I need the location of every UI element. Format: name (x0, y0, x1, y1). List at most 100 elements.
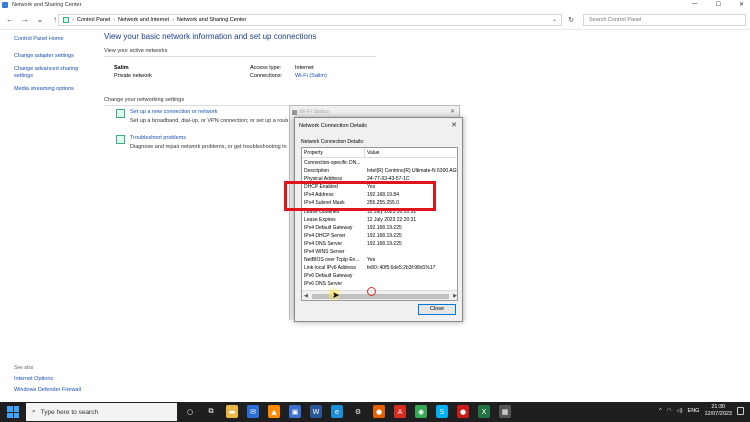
dialog-title: Network Connection Details (299, 123, 367, 129)
address-field[interactable]: › Control Panel › Network and Internet ›… (58, 14, 562, 26)
internet-options-link[interactable]: Internet Options (14, 376, 53, 382)
control-panel-home-link[interactable]: Control Panel Home (14, 36, 94, 43)
change-adapter-settings-link[interactable]: Change adapter settings (14, 53, 94, 60)
breadcrumb-control-panel[interactable]: Control Panel (77, 17, 110, 23)
window-title: Network and Sharing Center (12, 2, 82, 8)
detail-row[interactable]: IPv4 DHCP Server 192.168.19.225 (302, 232, 457, 240)
page-title: View your basic network information and … (104, 32, 317, 41)
address-dropdown-icon[interactable]: ⌄ (552, 14, 557, 26)
record-icon[interactable]: ● (457, 405, 469, 418)
cortana-icon[interactable]: ○ (184, 405, 196, 418)
nav-buttons: ← → ⌄ ↑ (6, 15, 59, 24)
breadcrumb-network-internet[interactable]: Network and Internet (118, 17, 169, 23)
breadcrumb-separator: › (72, 17, 74, 23)
active-networks-label: View your active networks (104, 48, 168, 54)
detail-row[interactable]: IPv4 WINS Server (302, 248, 457, 256)
recent-locations-icon[interactable]: ⌄ (36, 15, 44, 24)
mail-icon[interactable]: ✉ (247, 405, 259, 418)
search-input[interactable]: Search Control Panel (583, 14, 746, 26)
task-view-icon[interactable]: ⧉ (205, 405, 217, 418)
firefox-icon[interactable]: ● (373, 405, 385, 418)
notification-icon[interactable] (737, 407, 744, 415)
search-icon: ⌕ (32, 408, 36, 415)
network-type: Private network (114, 73, 152, 79)
close-button[interactable]: ✕ (739, 1, 744, 8)
acrobat-icon[interactable]: A (394, 405, 406, 418)
troubleshoot-desc: Diagnose and repair network problems, or… (130, 144, 287, 150)
media-streaming-link[interactable]: Media streaming options (14, 86, 94, 93)
detail-value: 192.168.19.225 (367, 240, 402, 247)
excel-icon[interactable]: X (478, 405, 490, 418)
app-icon[interactable]: ▦ (499, 405, 511, 418)
detail-property: Lease Expires (304, 216, 336, 223)
wifi-status-close-icon[interactable]: ✕ (450, 108, 455, 115)
column-divider[interactable] (364, 148, 365, 158)
back-arrow-icon[interactable]: ← (6, 15, 14, 24)
detail-row[interactable]: Description Intel(R) Centrino(R) Ultimate… (302, 167, 457, 175)
wifi-connection-link[interactable]: Wi-Fi (Salim) (295, 73, 327, 79)
detail-property: IPv4 WINS Server (304, 249, 345, 256)
breadcrumb-sharing-center[interactable]: Network and Sharing Center (177, 17, 246, 23)
section-divider (104, 105, 289, 106)
file-explorer-icon[interactable]: ▬ (226, 405, 238, 418)
advanced-sharing-settings-link[interactable]: Change advanced sharing settings (14, 66, 94, 80)
taskbar-search-placeholder: Type here to search (40, 408, 99, 416)
detail-row[interactable]: Link-local IPv6 Address fe80::40f5:6de5:2… (302, 264, 457, 272)
left-panel: Control Panel Home Change adapter settin… (14, 36, 94, 99)
edge-icon[interactable]: e (331, 405, 343, 418)
vlc-icon[interactable]: ▲ (268, 405, 280, 418)
click-annotation-circle (367, 287, 376, 296)
forward-arrow-icon[interactable]: → (21, 15, 29, 24)
detail-row[interactable]: IPv4 Default Gateway 192.168.19.225 (302, 224, 457, 232)
clock-date: 12/07/2023 (704, 411, 732, 417)
detail-property: IPv4 DNS Server (304, 240, 343, 247)
word-icon[interactable]: W (310, 405, 322, 418)
detail-row[interactable]: NetBIOS over Tcpip En... Yes (302, 256, 457, 264)
detail-value: Yes (367, 257, 376, 264)
chrome-icon[interactable]: ◉ (415, 405, 427, 418)
detail-row[interactable]: IPv4 DNS Server 192.168.19.225 (302, 240, 457, 248)
network-center-icon (2, 2, 8, 8)
troubleshoot-link[interactable]: Troubleshoot problems (130, 135, 186, 141)
wifi-status-icon (292, 110, 297, 115)
language-indicator[interactable]: ENG (688, 408, 700, 414)
windows-firewall-link[interactable]: Windows Defender Firewall (14, 387, 81, 393)
maximize-button[interactable]: ☐ (716, 1, 721, 8)
column-header-value[interactable]: Value (367, 150, 379, 156)
detail-property: Description (304, 168, 330, 175)
access-type-value: Internet (295, 65, 314, 71)
highlight-annotation-box (284, 181, 436, 211)
new-connection-icon (116, 109, 125, 118)
minimize-button[interactable]: — (692, 1, 698, 8)
wifi-tray-icon[interactable]: ◠ (667, 408, 672, 414)
skype-icon[interactable]: S (436, 405, 448, 418)
dialog-close-icon[interactable]: ✕ (451, 121, 457, 129)
detail-row[interactable]: IPv6 DNS Server (302, 280, 457, 288)
new-connection-link[interactable]: Set up a new connection or network (130, 109, 217, 115)
breadcrumb-separator: › (172, 17, 174, 23)
close-dialog-button[interactable]: Close (418, 304, 456, 315)
refresh-icon[interactable]: ↻ (564, 14, 578, 26)
tray-expand-icon[interactable]: ^ (659, 408, 662, 414)
detail-row[interactable]: Lease Expires 12 July 2023 22:20:31 (302, 216, 457, 224)
section-divider (104, 56, 376, 57)
scroll-right-icon[interactable]: ▶ (453, 293, 457, 299)
detail-row[interactable]: IPv6 Default Gateway (302, 272, 457, 280)
scroll-left-icon[interactable]: ◀ (304, 293, 308, 299)
taskbar-search-input[interactable]: ⌕ Type here to search (26, 403, 177, 421)
detail-value: 192.168.19.225 (367, 224, 402, 231)
windows-start-icon[interactable] (7, 406, 19, 418)
detail-row[interactable]: Connection-specific DN... (302, 159, 457, 167)
detail-property: IPv6 Default Gateway (304, 273, 353, 280)
column-header-property[interactable]: Property (304, 150, 323, 156)
clock[interactable]: 21:30 12/07/2023 (704, 404, 732, 418)
detail-property: IPv4 Default Gateway (304, 224, 353, 231)
detail-property: IPv4 DHCP Server (304, 232, 346, 239)
store-icon[interactable]: ▣ (289, 405, 301, 418)
address-bar-row: ← → ⌄ ↑ › Control Panel › Network and In… (0, 10, 750, 30)
volume-icon[interactable]: ◁) (676, 408, 682, 414)
details-list[interactable]: Property Value Connection-specific DN...… (301, 147, 458, 301)
window-titlebar: Network and Sharing Center — ☐ ✕ (0, 0, 750, 10)
settings-icon[interactable]: ⚙ (352, 405, 364, 418)
network-name: Salim (114, 65, 129, 71)
